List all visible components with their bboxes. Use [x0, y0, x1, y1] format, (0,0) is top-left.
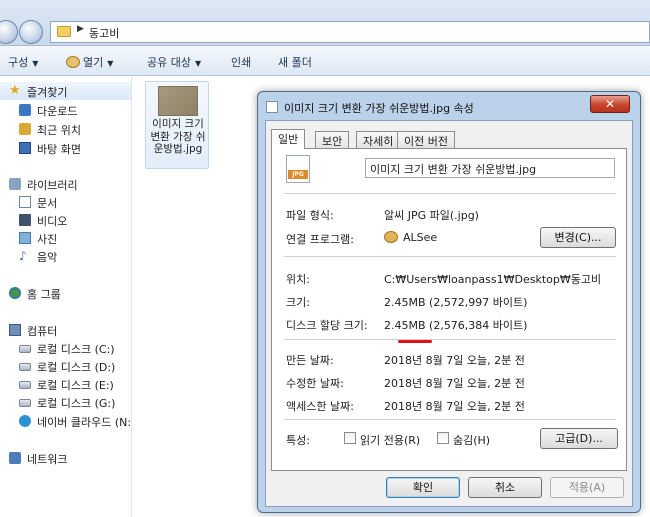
downloads-icon [19, 104, 31, 116]
address-bar: ▶ 동고비 [0, 0, 650, 46]
size-value: 2.45MB (2,572,997 바이트) [384, 296, 528, 309]
close-button[interactable]: ✕ [590, 95, 630, 113]
file-icon [266, 101, 278, 113]
file-name: 이미지 크기 변환 가장 쉬운방법.jpg [150, 118, 206, 155]
forward-button[interactable] [19, 20, 43, 44]
sidebar-item-disk-e[interactable]: 로컬 디스크 (E:) [0, 375, 131, 393]
sidebar-item-downloads[interactable]: 다운로드 [0, 101, 131, 119]
file-item[interactable]: 이미지 크기 변환 가장 쉬운방법.jpg [145, 81, 209, 169]
alsee-icon [384, 231, 398, 243]
sidebar-item-homegroup[interactable]: 홈 그룹 [0, 284, 131, 302]
tab-general[interactable]: 일반 [271, 129, 306, 149]
dialog-title: 이미지 크기 변환 가장 쉬운방법.jpg 속성 [284, 102, 474, 115]
size-on-disk-value: 2.45MB (2,576,384 바이트) [384, 319, 528, 332]
opens-with-label: 연결 프로그램: [286, 233, 354, 246]
change-button[interactable]: 변경(C)... [540, 227, 616, 248]
advanced-button[interactable]: 고급(D)... [540, 428, 618, 449]
file-type-value: 알씨 JPG 파일(.jpg) [384, 209, 479, 222]
sidebar-item-documents[interactable]: 문서 [0, 193, 131, 211]
cancel-button[interactable]: 취소 [468, 477, 542, 498]
modified-value: 2018년 8월 7일 오늘, 2분 전 [384, 377, 525, 390]
organize-button[interactable]: 구성 ▼ [8, 54, 38, 70]
folder-icon [57, 26, 71, 37]
documents-icon [19, 196, 31, 208]
breadcrumb-arrow-icon[interactable]: ▶ [77, 24, 84, 34]
print-button[interactable]: 인쇄 [231, 54, 251, 70]
opens-with-value: ALSee [384, 231, 437, 244]
sidebar-item-disk-g[interactable]: 로컬 디스크 (G:) [0, 393, 131, 411]
command-toolbar: 구성 ▼ 열기 ▼ 공유 대상 ▼ 인쇄 새 폴더 [0, 46, 650, 76]
desktop-icon [19, 142, 31, 154]
size-label: 크기: [286, 296, 310, 309]
homegroup-icon [9, 287, 21, 299]
chevron-down-icon: ▼ [32, 59, 39, 68]
tab-details[interactable]: 자세히 [356, 131, 401, 148]
computer-icon [9, 324, 21, 336]
divider [284, 339, 616, 340]
new-folder-button[interactable]: 새 폴더 [278, 54, 312, 70]
sidebar-item-recent[interactable]: 최근 위치 [0, 120, 131, 138]
sidebar-item-network[interactable]: 네트워크 [0, 449, 131, 467]
accessed-value: 2018년 8월 7일 오늘, 2분 전 [384, 400, 525, 413]
sidebar-item-naver-cloud[interactable]: 네이버 클라우드 (N: [0, 412, 131, 430]
recent-places-icon [19, 123, 31, 135]
alsee-icon [66, 56, 80, 68]
location-value: C:₩Users₩loanpass1₩Desktop₩동고비 [384, 273, 602, 286]
image-thumbnail [158, 86, 198, 116]
sidebar-item-videos[interactable]: 비디오 [0, 211, 131, 229]
divider [284, 193, 616, 194]
tab-previous-versions[interactable]: 이전 버전 [397, 131, 455, 148]
location-label: 위치: [286, 273, 310, 286]
drive-icon [19, 363, 31, 371]
dialog-body: 일반 보안 자세히 이전 버전 JPG 이미지 크기 변환 가장 쉬운방법.jp… [265, 120, 633, 507]
cloud-icon [19, 415, 31, 427]
sidebar-item-desktop[interactable]: 바탕 화면 [0, 139, 131, 157]
network-icon [9, 452, 21, 464]
general-panel: JPG 이미지 크기 변환 가장 쉬운방법.jpg 파일 형식: 알씨 JPG … [271, 148, 627, 471]
sidebar-item-music[interactable]: ♪ 음악 [0, 247, 131, 265]
attributes-label: 특성: [286, 434, 310, 447]
divider [284, 419, 616, 420]
size-on-disk-label: 디스크 할당 크기: [286, 319, 368, 332]
readonly-label[interactable]: 읽기 전용(R) [360, 432, 420, 448]
red-underline-annotation [398, 340, 432, 343]
sidebar-item-disk-d[interactable]: 로컬 디스크 (D:) [0, 357, 131, 375]
modified-label: 수정한 날짜: [286, 377, 344, 390]
properties-dialog: 이미지 크기 변환 가장 쉬운방법.jpg 속성 ✕ 일반 보안 자세히 이전 … [257, 91, 641, 513]
hidden-checkbox[interactable] [437, 432, 449, 444]
library-icon [9, 178, 21, 190]
star-icon: ★ [9, 83, 21, 98]
readonly-checkbox[interactable] [344, 432, 356, 444]
file-type-label: 파일 형식: [286, 209, 334, 222]
address-field[interactable]: ▶ 동고비 [50, 21, 650, 43]
sidebar-item-computer[interactable]: 컴퓨터 [0, 321, 131, 339]
drive-icon [19, 345, 31, 353]
sidebar-item-favorites[interactable]: ★ 즐겨찾기 [0, 82, 131, 100]
pictures-icon [19, 232, 31, 244]
sidebar-item-libraries[interactable]: 라이브러리 [0, 175, 131, 193]
share-button[interactable]: 공유 대상 ▼ [147, 54, 201, 70]
divider [284, 256, 616, 257]
chevron-down-icon: ▼ [107, 59, 114, 68]
jpg-file-icon: JPG [286, 155, 310, 183]
back-button[interactable] [0, 20, 18, 44]
created-label: 만든 날짜: [286, 354, 334, 367]
drive-icon [19, 381, 31, 389]
sidebar-item-disk-c[interactable]: 로컬 디스크 (C:) [0, 339, 131, 357]
video-icon [19, 214, 31, 226]
open-button[interactable]: 열기 ▼ [66, 54, 113, 70]
ok-button[interactable]: 확인 [386, 477, 460, 498]
breadcrumb[interactable]: 동고비 [89, 25, 119, 41]
hidden-label[interactable]: 숨김(H) [453, 432, 490, 448]
tab-security[interactable]: 보안 [315, 131, 350, 148]
chevron-down-icon: ▼ [194, 59, 202, 68]
created-value: 2018년 8월 7일 오늘, 2분 전 [384, 354, 525, 367]
filename-field[interactable]: 이미지 크기 변환 가장 쉬운방법.jpg [365, 158, 615, 178]
accessed-label: 액세스한 날짜: [286, 400, 354, 413]
music-note-icon: ♪ [19, 249, 27, 263]
navigation-pane: ★ 즐겨찾기 다운로드 최근 위치 바탕 화면 라이브러리 문서 비디오 사진 … [0, 77, 132, 517]
drive-icon [19, 399, 31, 407]
apply-button[interactable]: 적용(A) [550, 477, 624, 498]
sidebar-item-pictures[interactable]: 사진 [0, 229, 131, 247]
